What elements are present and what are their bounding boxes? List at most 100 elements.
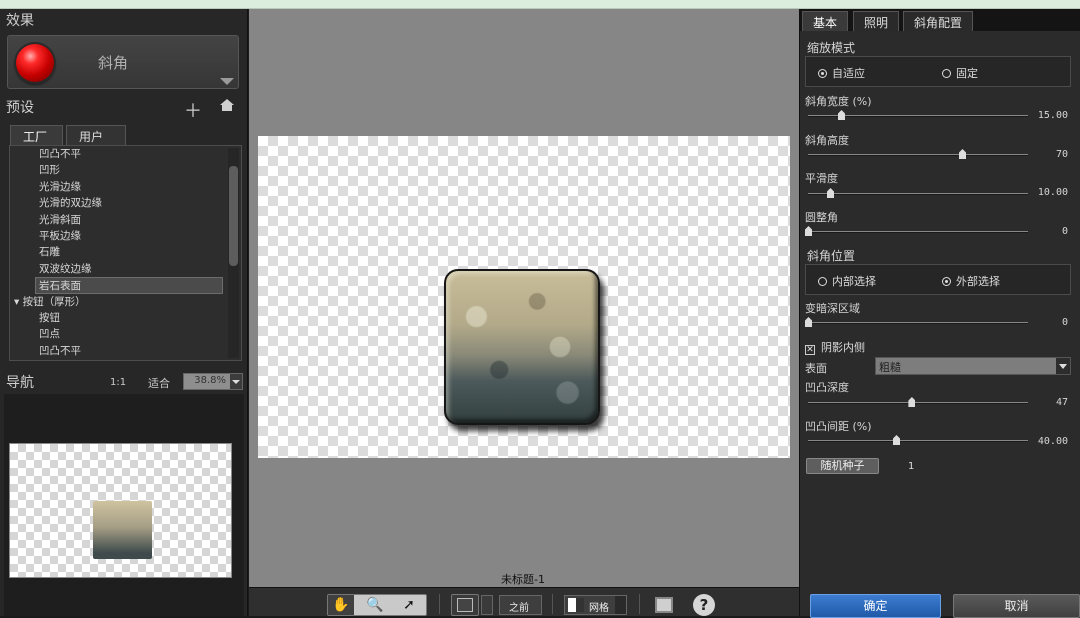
- ok-button[interactable]: 确定: [810, 594, 941, 618]
- preset-item[interactable]: 双波纹边缘: [10, 261, 241, 277]
- effect-selector[interactable]: 斜角: [7, 35, 239, 89]
- navigator-area[interactable]: [4, 394, 244, 616]
- bump-depth-value[interactable]: 47: [1056, 397, 1068, 408]
- tab-bevel-config[interactable]: 斜角配置: [903, 11, 974, 31]
- smoothness-label: 平滑度: [805, 172, 838, 185]
- chevron-down-icon[interactable]: [1056, 358, 1070, 374]
- background-color-swatch[interactable]: [451, 594, 479, 616]
- preset-item[interactable]: 按钮: [10, 310, 241, 326]
- radio-fixed[interactable]: 固定: [942, 65, 978, 81]
- random-seed-button[interactable]: 随机种子: [806, 458, 879, 474]
- preset-item[interactable]: 凹凸不平: [10, 146, 241, 162]
- round-corner-value[interactable]: 0: [1062, 226, 1068, 237]
- preset-group[interactable]: ▾ 按钮（厚形）: [10, 294, 241, 310]
- slider-thumb[interactable]: [805, 226, 812, 236]
- preset-item[interactable]: 凹凸不平: [10, 343, 241, 359]
- before-label: 之前: [509, 603, 529, 614]
- document-name: 未标题-1: [501, 573, 545, 586]
- preset-item[interactable]: 岩石表面: [35, 277, 223, 294]
- tab-user[interactable]: 用户: [66, 125, 126, 145]
- add-preset-button[interactable]: ＋: [184, 97, 202, 123]
- bevel-height-value[interactable]: 70: [1056, 149, 1068, 160]
- slider-thumb[interactable]: [827, 188, 834, 198]
- bump-spacing-slider[interactable]: [808, 435, 1028, 445]
- grid-button[interactable]: 网格: [564, 595, 627, 615]
- chevron-down-icon[interactable]: [615, 596, 626, 614]
- preset-item[interactable]: 光滑斜面: [10, 212, 241, 228]
- navigator-title: 导航: [6, 375, 34, 391]
- darken-label: 变暗深区域: [805, 302, 860, 315]
- navigator-preview[interactable]: [9, 443, 232, 578]
- round-corner-label: 圆整角: [805, 211, 838, 224]
- slider-thumb[interactable]: [959, 149, 966, 159]
- tab-basic[interactable]: 基本: [802, 11, 849, 31]
- preset-item[interactable]: 光滑的双边缘: [10, 195, 241, 211]
- home-icon[interactable]: [219, 97, 235, 113]
- hand-tool-icon[interactable]: ✋: [328, 595, 354, 615]
- chevron-down-icon[interactable]: [220, 78, 234, 85]
- bevel-width-value[interactable]: 15.00: [1038, 110, 1068, 121]
- effect-name: 斜角: [98, 54, 129, 72]
- preset-item[interactable]: 石雕: [10, 244, 241, 260]
- bevel-width-slider[interactable]: [808, 110, 1028, 120]
- radio-inside[interactable]: 内部选择: [818, 273, 876, 289]
- surface-value: 粗糙: [879, 361, 901, 374]
- tab-lighting[interactable]: 照明: [853, 11, 900, 31]
- before-button[interactable]: 之前: [499, 595, 542, 615]
- preset-item[interactable]: 凹点: [10, 326, 241, 342]
- save-icon[interactable]: [655, 597, 673, 613]
- grid-label: 网格: [589, 603, 609, 614]
- bump-depth-label: 凹凸深度: [805, 381, 849, 394]
- zoom-fit-button[interactable]: 适合: [148, 375, 170, 391]
- bump-depth-slider[interactable]: [808, 397, 1028, 407]
- bevel-height-label: 斜角高度: [805, 134, 849, 147]
- cancel-button[interactable]: 取消: [953, 594, 1080, 618]
- checkbox-icon[interactable]: ✕: [805, 345, 815, 355]
- zoom-select[interactable]: 38.8%: [183, 373, 243, 390]
- effect-preview-icon: [16, 44, 54, 82]
- divider: [439, 594, 440, 614]
- smoothness-value[interactable]: 10.00: [1038, 187, 1068, 198]
- scrollbar-thumb[interactable]: [229, 166, 238, 266]
- darken-slider[interactable]: [805, 317, 1028, 327]
- zoom-tool-icon[interactable]: 🔍: [362, 595, 388, 615]
- checker-icon: [568, 598, 584, 612]
- slider-thumb[interactable]: [908, 397, 916, 407]
- zoom-1to1-button[interactable]: 1:1: [110, 377, 126, 388]
- shadow-inner-checkbox[interactable]: ✕ 阴影内侧: [805, 339, 865, 355]
- divider: [552, 594, 553, 614]
- preset-item[interactable]: 凹形: [10, 162, 241, 178]
- settings-tabs: 基本 照明 斜角配置: [800, 9, 1080, 31]
- pointer-tool-icon[interactable]: ➚: [396, 595, 422, 615]
- preset-scrollbar[interactable]: [228, 148, 239, 358]
- slider-thumb[interactable]: [893, 435, 900, 445]
- divider: [639, 594, 640, 614]
- image-canvas[interactable]: [258, 136, 790, 458]
- random-seed-value[interactable]: 1: [908, 461, 914, 472]
- radio-outside[interactable]: 外部选择: [942, 273, 1000, 289]
- smoothness-slider[interactable]: [808, 188, 1028, 198]
- darken-value[interactable]: 0: [1062, 317, 1068, 328]
- square-icon: [457, 598, 473, 612]
- surface-select[interactable]: 粗糙: [875, 357, 1071, 375]
- tab-factory[interactable]: 工厂: [10, 125, 63, 145]
- bevel-height-slider[interactable]: [808, 149, 1028, 159]
- tool-group: ✋ 🔍 ➚: [327, 594, 427, 616]
- navigator-thumbnail: [93, 501, 152, 559]
- round-corner-slider[interactable]: [805, 226, 1028, 236]
- bump-spacing-value[interactable]: 40.00: [1038, 436, 1068, 447]
- chevron-down-icon[interactable]: [481, 595, 493, 615]
- help-icon[interactable]: ?: [693, 594, 715, 616]
- bevel-position-title: 斜角位置: [807, 249, 856, 263]
- title-strip: [0, 0, 1080, 9]
- preset-item[interactable]: 平板边缘: [10, 228, 241, 244]
- scale-mode-title: 缩放模式: [807, 41, 856, 55]
- preset-list: 凹凸不平 凹形 光滑边缘 光滑的双边缘 光滑斜面 平板边缘 石雕 双波纹边缘 岩石表面 ▾ 按钮（…: [9, 145, 242, 361]
- radio-adaptive[interactable]: 自适应: [818, 65, 865, 81]
- preset-item[interactable]: 光滑边缘: [10, 179, 241, 195]
- slider-thumb[interactable]: [838, 110, 845, 120]
- slider-thumb[interactable]: [805, 317, 812, 327]
- rock-bevel-tile: [444, 269, 600, 425]
- chevron-down-icon[interactable]: [230, 374, 242, 389]
- effects-title: 效果: [6, 13, 34, 29]
